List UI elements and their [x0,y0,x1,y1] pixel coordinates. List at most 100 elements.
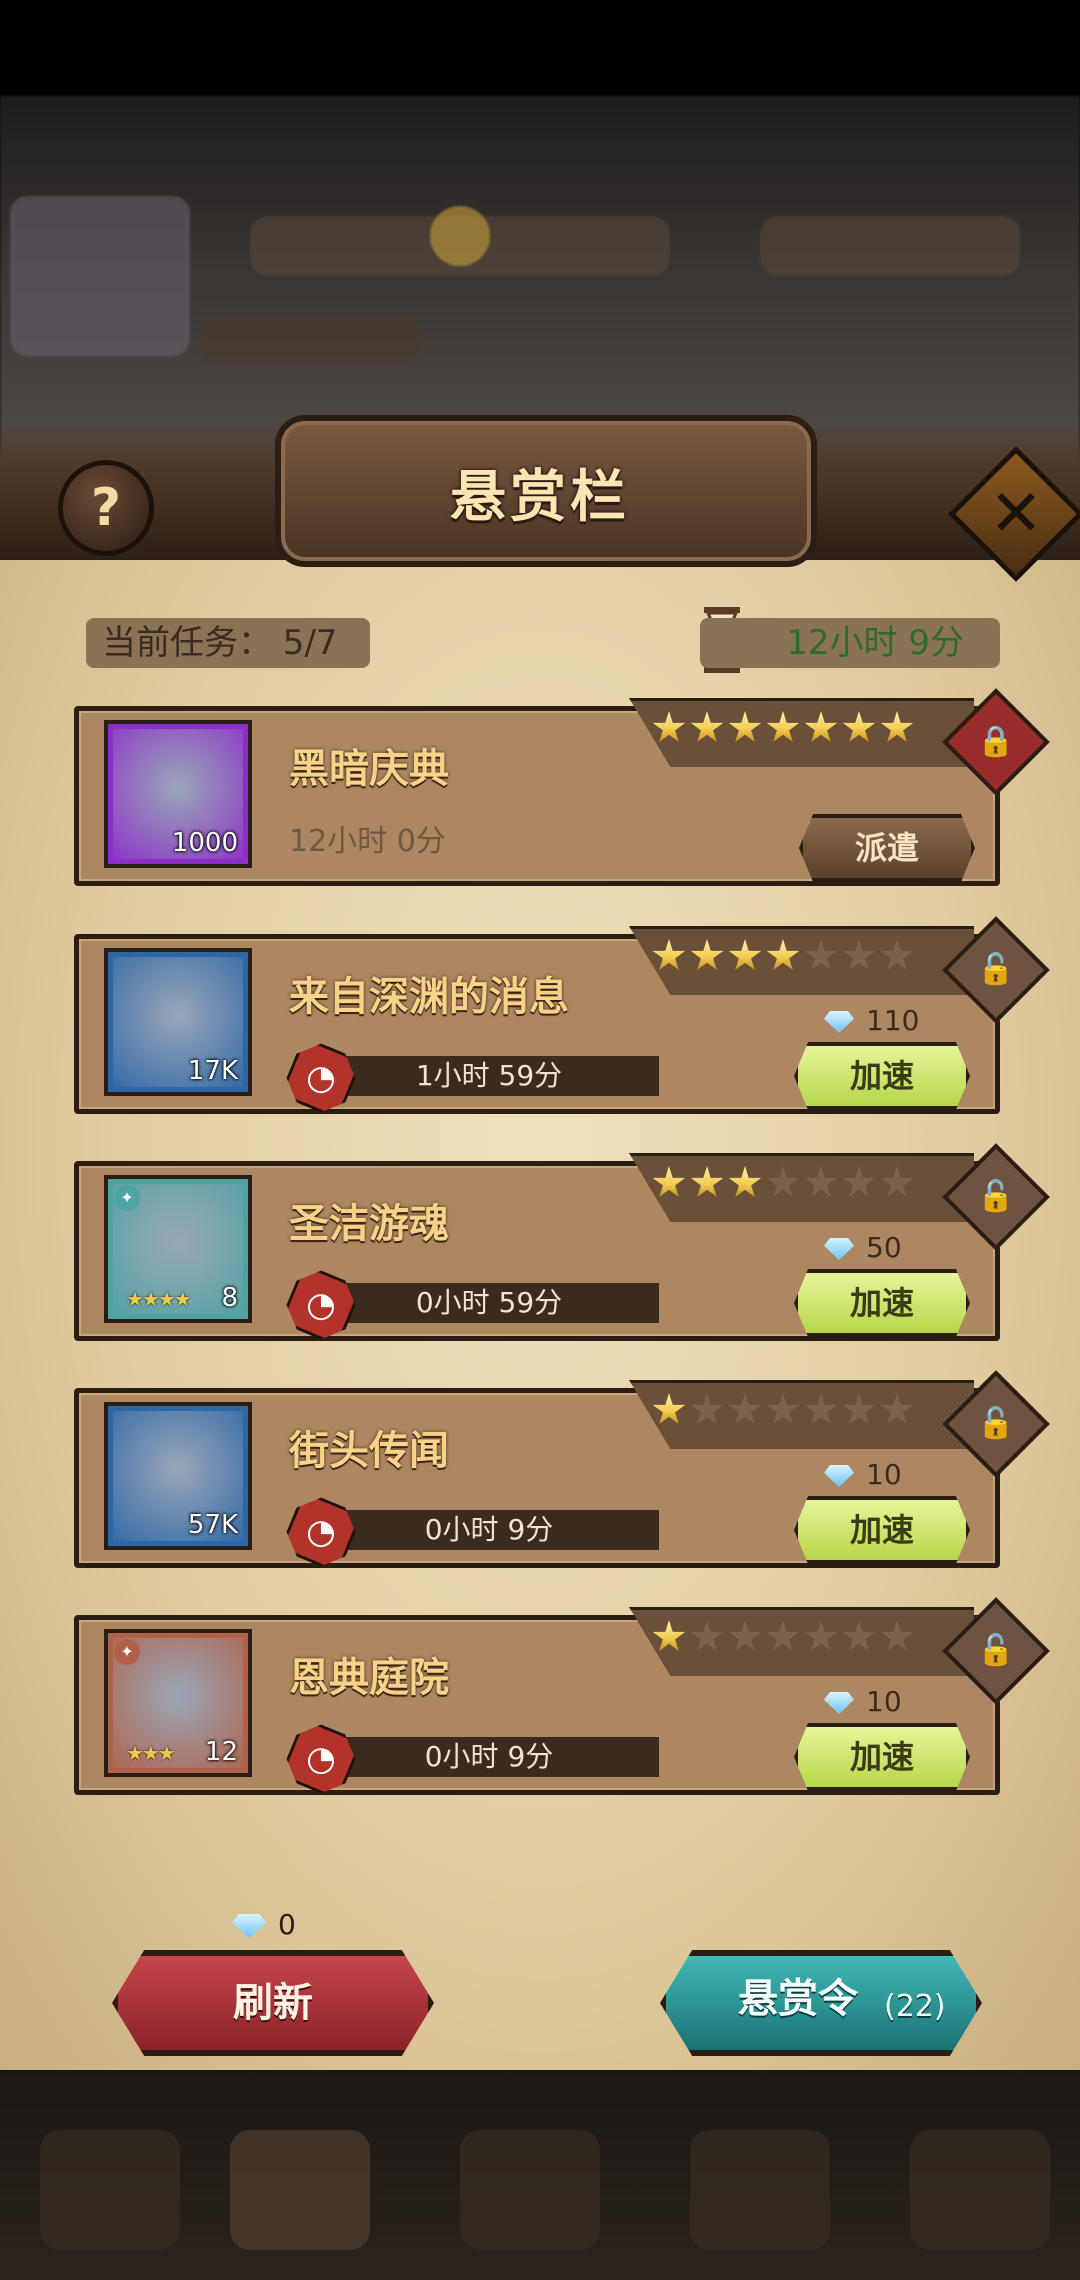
faction-icon: ✦ [114,1185,140,1211]
star-icon [728,1620,762,1651]
bottom-nav-bar [0,2070,1080,2280]
star-icon [652,1620,686,1651]
quest-card: 🔒 1000 黑暗庆典 12小时 0分 派遣 [74,688,1050,888]
dispatch-button[interactable]: 派遣 [799,814,975,882]
speed-up-label: 加速 [849,1511,914,1549]
star-icon [728,711,762,742]
star-icon [652,711,686,742]
star-icon [728,939,762,970]
diamond-icon [824,1465,854,1487]
quest-name: 圣洁游魂 [289,1201,449,1247]
nav-slot[interactable] [40,2130,180,2250]
quest-card: 🔓 ★★★ ✦ 12 恩典庭院 0小时 9分 10 加速 [74,1597,1050,1797]
star-icon [766,1166,800,1197]
star-icon [690,1166,724,1197]
star-icon [652,1166,686,1197]
refresh-button[interactable]: 刷新 [112,1950,434,2056]
question-icon: ? [90,478,122,538]
reward-item[interactable]: 17K [104,948,252,1096]
faction-icon: ✦ [114,1639,140,1665]
quest-card: 🔓 17K 来自深渊的消息 1小时 59分 110 加速 [74,916,1050,1116]
speedup-cost-value: 110 [866,1004,920,1037]
refresh-cost: 0 [232,1908,296,1941]
item-count: 17K [187,1056,238,1086]
speed-up-label: 加速 [849,1284,914,1322]
unlock-icon: 🔓 [977,952,1015,987]
star-icon [804,1166,838,1197]
star-icon [880,939,914,970]
quest-card: 🔓 57K 街头传闻 0小时 9分 10 加速 [74,1370,1050,1570]
status-bar-area [0,0,1080,96]
quest-name: 恩典庭院 [289,1655,449,1701]
speedup-cost-value: 10 [866,1458,902,1491]
star-icon [880,1620,914,1651]
star-icon [842,1166,876,1197]
diamond-icon [824,1238,854,1260]
quest-rating [652,1611,942,1663]
unlock-icon: 🔓 [977,1406,1015,1441]
quest-rating [652,1384,942,1436]
diamond-icon [824,1011,854,1033]
quest-name: 来自深渊的消息 [289,974,569,1020]
star-icon [842,1393,876,1424]
bounty-order-count: (22) [884,1989,946,2024]
star-icon [652,939,686,970]
speedup-cost-value: 10 [866,1685,902,1718]
quest-rating [652,930,942,982]
speed-up-button[interactable]: 加速 [794,1496,970,1564]
star-icon [880,1393,914,1424]
star-icon [804,1393,838,1424]
star-icon [690,1393,724,1424]
item-stars: ★★★ [126,1741,176,1765]
refresh-timer: 12小时 9分 [700,618,1000,668]
bounty-order-button[interactable]: 悬赏令 (22) [660,1950,982,2056]
refresh-cost-value: 0 [278,1908,296,1941]
reward-item[interactable]: 1000 [104,720,252,868]
nav-slot[interactable] [230,2130,370,2250]
star-icon [842,711,876,742]
speedup-cost: 10 [824,1685,902,1718]
reward-item[interactable]: ★★★★ ✦ 8 [104,1175,252,1323]
quest-name: 黑暗庆典 [289,746,449,792]
quest-name: 街头传闻 [289,1428,449,1474]
item-count: 57K [187,1510,238,1540]
reward-item[interactable]: 57K [104,1402,252,1550]
item-stars: ★★★★ [126,1287,192,1311]
speed-up-button[interactable]: 加速 [794,1723,970,1791]
reward-item[interactable]: ★★★ ✦ 12 [104,1629,252,1777]
item-count: 12 [204,1737,238,1767]
star-icon [690,711,724,742]
diamond-icon [232,1914,266,1938]
star-icon [880,1166,914,1197]
star-icon [804,711,838,742]
refresh-label: 刷新 [233,1980,313,2026]
star-icon [842,939,876,970]
star-icon [804,939,838,970]
quest-time-remaining: 0小时 9分 [319,1510,659,1550]
current-tasks-counter: 当前任务： 5/7 [86,618,370,668]
nav-slot[interactable] [910,2130,1050,2250]
speed-up-button[interactable]: 加速 [794,1269,970,1337]
lock-icon: 🔒 [977,724,1015,759]
star-icon [766,711,800,742]
quest-duration: 12小时 0分 [289,824,446,859]
star-icon [766,1620,800,1651]
star-icon [842,1620,876,1651]
star-icon [728,1166,762,1197]
speedup-cost: 50 [824,1231,902,1264]
speed-up-label: 加速 [849,1738,914,1776]
bounty-order-label: 悬赏令 [738,1976,858,2022]
star-icon [728,1393,762,1424]
speedup-cost: 10 [824,1458,902,1491]
speedup-cost: 110 [824,1004,919,1037]
nav-slot[interactable] [460,2130,600,2250]
star-icon [690,1620,724,1651]
quest-rating [652,702,942,754]
quest-time-remaining: 0小时 9分 [319,1737,659,1777]
help-button[interactable]: ? [58,460,154,556]
star-icon [690,939,724,970]
nav-slot[interactable] [690,2130,830,2250]
diamond-icon [824,1692,854,1714]
star-icon [880,711,914,742]
speed-up-button[interactable]: 加速 [794,1042,970,1110]
